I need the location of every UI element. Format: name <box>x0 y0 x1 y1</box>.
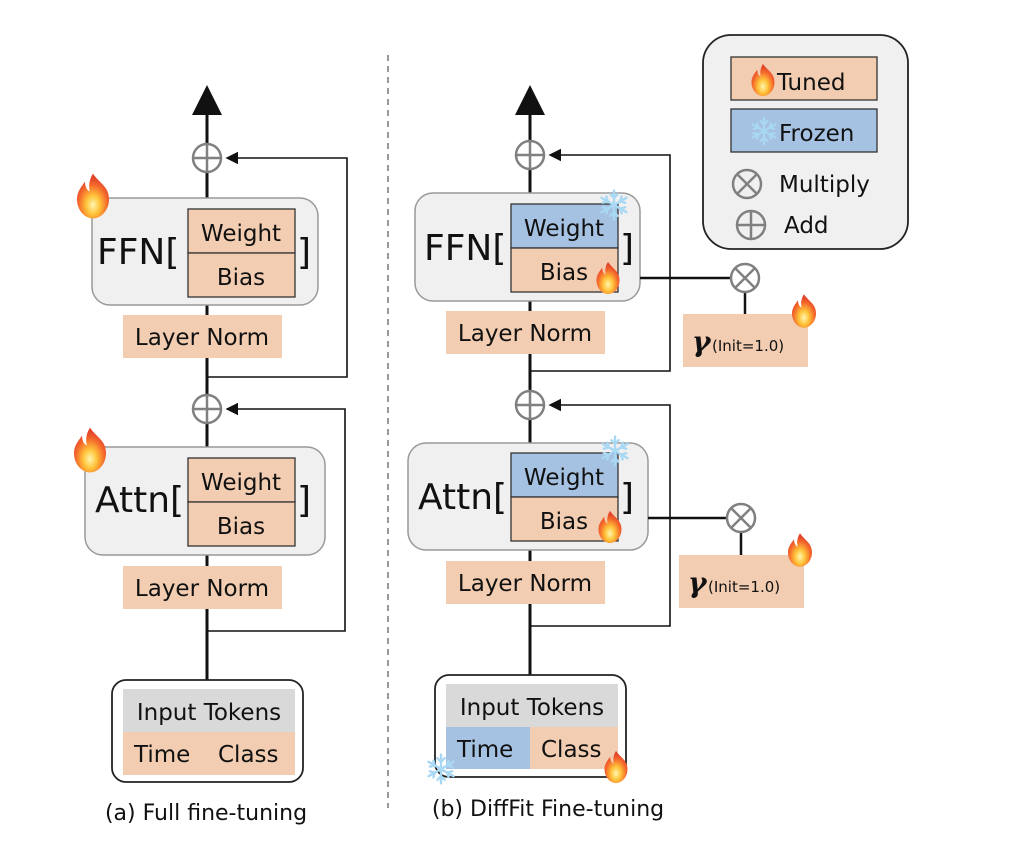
attn-label: Attn[ <box>418 477 507 518</box>
bias-label: Bias <box>540 509 588 535</box>
gamma-box: γ (Init=1.0) <box>679 555 804 608</box>
time-label: Time <box>456 737 513 763</box>
multiply-icon <box>725 502 757 534</box>
class-label: Class <box>218 742 279 768</box>
input-tokens-box: Input Tokens Time Class <box>434 674 627 778</box>
weight-label: Weight <box>201 470 281 496</box>
gamma-symbol: γ <box>692 325 712 358</box>
flame-icon <box>788 533 812 567</box>
input-tokens-label: Input Tokens <box>460 695 604 721</box>
flame-icon <box>77 173 109 219</box>
attn-label: Attn[ <box>95 480 184 521</box>
layer-norm-label: Layer Norm <box>458 571 592 597</box>
legend-item-frozen: Frozen <box>730 108 878 153</box>
layer-norm-label: Layer Norm <box>135 325 269 351</box>
flame-icon <box>792 294 816 328</box>
legend-add-label: Add <box>784 213 829 239</box>
bias-label: Bias <box>540 260 588 286</box>
legend-item-tuned: Tuned <box>730 56 878 101</box>
ffn-label: FFN[ <box>424 228 506 269</box>
bracket-close: ] <box>297 232 311 273</box>
attn-block: Attn[ Weight Bias ] <box>84 446 326 556</box>
weight-label: Weight <box>201 221 281 247</box>
layer-norm-label: Layer Norm <box>458 321 592 347</box>
weight-label: Weight <box>524 216 604 242</box>
class-label: Class <box>541 737 602 763</box>
layer-norm-label: Layer Norm <box>135 576 269 602</box>
input-tokens-box: Input Tokens Time Class <box>111 679 304 783</box>
legend-tuned-label: Tuned <box>776 70 845 96</box>
input-tokens-label: Input Tokens <box>137 700 281 726</box>
bracket-close: ] <box>620 228 634 269</box>
legend: Tuned Frozen Multiply Add <box>702 34 909 250</box>
ffn-label: FFN[ <box>97 232 179 273</box>
ffn-block: FFN[ Weight Bias ] <box>91 197 319 306</box>
bracket-close: ] <box>620 477 634 518</box>
caption-b: (b) DiffFit Fine-tuning <box>432 797 664 822</box>
weight-label: Weight <box>524 465 604 491</box>
gamma-symbol: γ <box>688 566 708 599</box>
gamma-box: γ (Init=1.0) <box>683 314 808 367</box>
flame-icon <box>74 427 106 473</box>
add-icon <box>514 389 546 421</box>
add-icon <box>514 139 546 171</box>
multiply-icon <box>729 262 761 294</box>
panel-a: FFN[ Weight Bias ] Layer Norm Attn[ Weig… <box>74 85 348 826</box>
bracket-close: ] <box>297 480 311 521</box>
add-icon <box>191 393 223 425</box>
add-icon <box>735 209 767 241</box>
legend-multiply-label: Multiply <box>779 172 870 198</box>
legend-frozen-label: Frozen <box>779 121 854 147</box>
gamma-init: (Init=1.0) <box>708 578 780 596</box>
bias-label: Bias <box>217 514 265 540</box>
add-icon <box>191 142 223 174</box>
caption-a: (a) Full fine-tuning <box>105 801 307 826</box>
gamma-init: (Init=1.0) <box>712 337 784 355</box>
bias-label: Bias <box>217 265 265 291</box>
diffusion-finetuning-diagram: FFN[ Weight Bias ] Layer Norm Attn[ Weig… <box>74 34 909 826</box>
time-label: Time <box>133 742 190 768</box>
